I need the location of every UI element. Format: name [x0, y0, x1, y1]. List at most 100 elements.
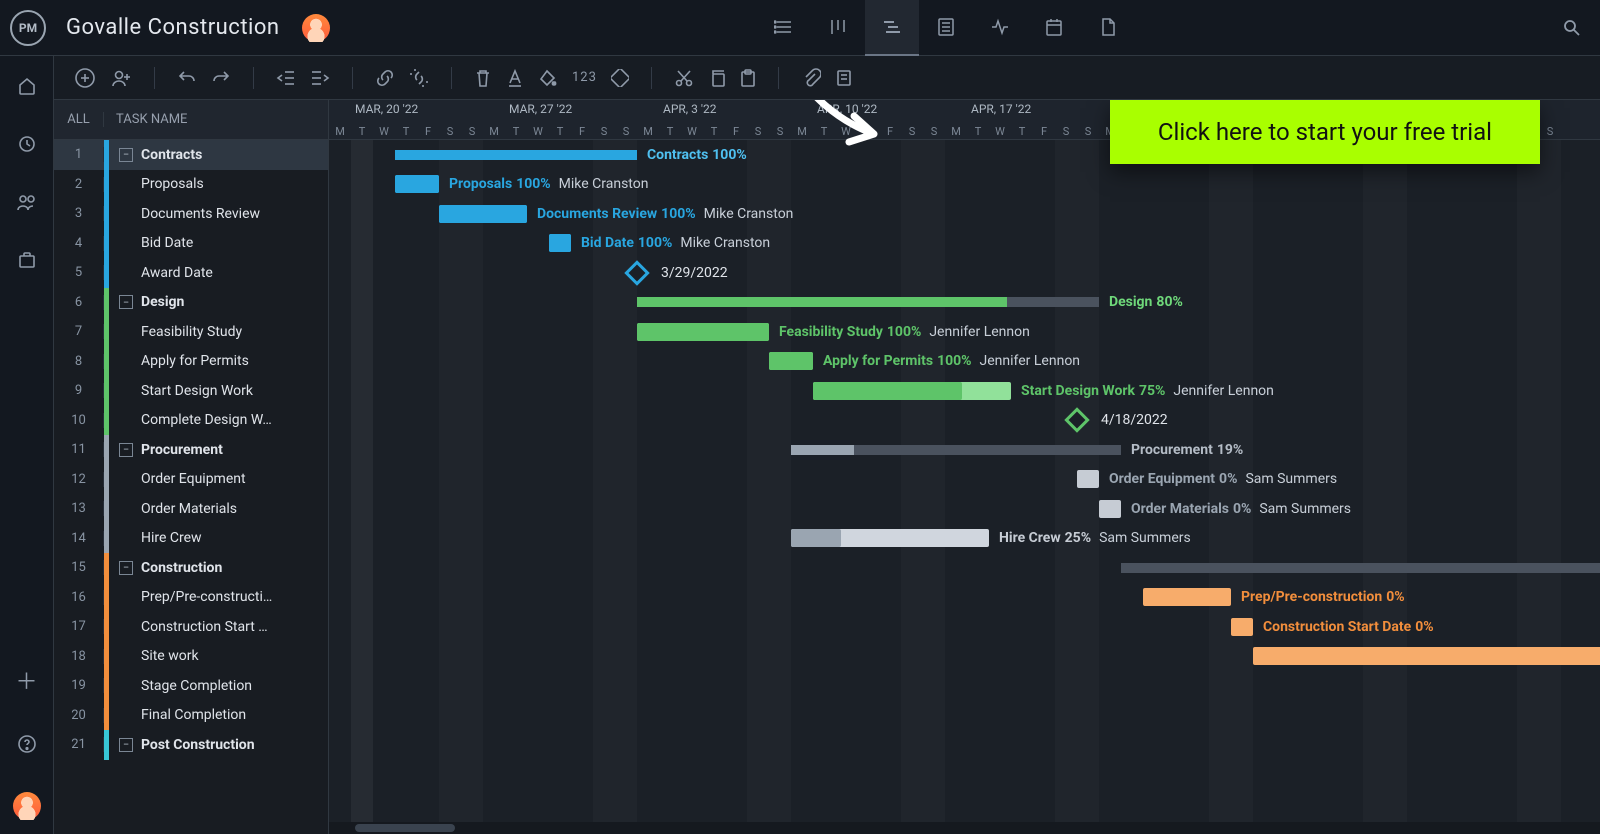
- task-row[interactable]: 6−Design: [54, 288, 328, 318]
- task-row[interactable]: 18Site work: [54, 642, 328, 672]
- recent-icon[interactable]: [17, 134, 37, 154]
- portfolio-icon[interactable]: [17, 250, 37, 270]
- gantt-row[interactable]: [329, 642, 1600, 672]
- view-sheet-icon[interactable]: [919, 0, 973, 56]
- task-bar[interactable]: [395, 175, 439, 193]
- task-bar[interactable]: [791, 529, 989, 547]
- view-calendar-icon[interactable]: [1027, 0, 1081, 56]
- expand-toggle-icon[interactable]: −: [119, 738, 133, 752]
- gantt-row[interactable]: Procurement19%: [329, 435, 1600, 465]
- gantt-body[interactable]: Contracts100%Proposals100%Mike CranstonD…: [329, 140, 1600, 834]
- gantt-chart[interactable]: MAR, 20 '22MTWTFSSMAR, 27 '22MTWTFSSAPR,…: [329, 100, 1600, 834]
- task-row[interactable]: 11−Procurement: [54, 435, 328, 465]
- task-row[interactable]: 14Hire Crew: [54, 524, 328, 554]
- add-person-icon[interactable]: [110, 67, 132, 89]
- col-all[interactable]: ALL: [54, 112, 104, 127]
- number-icon[interactable]: 123: [572, 70, 597, 85]
- copy-icon[interactable]: [708, 68, 726, 88]
- task-row[interactable]: 2Proposals: [54, 170, 328, 200]
- expand-toggle-icon[interactable]: −: [119, 561, 133, 575]
- delete-icon[interactable]: [474, 68, 492, 88]
- summary-bar[interactable]: [791, 445, 1121, 455]
- user-avatar-icon[interactable]: [13, 792, 41, 820]
- task-bar[interactable]: [1143, 588, 1231, 606]
- task-row[interactable]: 16Prep/Pre-constructi…: [54, 583, 328, 613]
- view-activity-icon[interactable]: [973, 0, 1027, 56]
- outdent-icon[interactable]: [276, 69, 296, 87]
- cut-icon[interactable]: [674, 68, 694, 88]
- gantt-row[interactable]: Order Equipment0%Sam Summers: [329, 465, 1600, 495]
- expand-toggle-icon[interactable]: −: [119, 443, 133, 457]
- link-icon[interactable]: [375, 68, 395, 88]
- gantt-row[interactable]: Documents Review100%Mike Cranston: [329, 199, 1600, 229]
- col-task-name[interactable]: TASK NAME: [104, 112, 187, 127]
- search-icon[interactable]: [1562, 18, 1582, 38]
- attach-icon[interactable]: [801, 68, 821, 88]
- task-row[interactable]: 8Apply for Permits: [54, 347, 328, 377]
- help-icon[interactable]: [17, 734, 37, 754]
- task-row[interactable]: 5Award Date: [54, 258, 328, 288]
- gantt-row[interactable]: Apply for Permits100%Jennifer Lennon: [329, 347, 1600, 377]
- gantt-row[interactable]: Start Design Work75%Jennifer Lennon: [329, 376, 1600, 406]
- task-row[interactable]: 7Feasibility Study: [54, 317, 328, 347]
- task-row[interactable]: 4Bid Date: [54, 229, 328, 259]
- task-row[interactable]: 21−Post Construction: [54, 730, 328, 760]
- task-row[interactable]: 15−Construction: [54, 553, 328, 583]
- undo-icon[interactable]: [177, 68, 197, 88]
- gantt-row[interactable]: 3/29/2022: [329, 258, 1600, 288]
- view-file-icon[interactable]: [1081, 0, 1135, 56]
- view-list-icon[interactable]: [757, 0, 811, 56]
- summary-bar[interactable]: [395, 150, 637, 160]
- task-row[interactable]: 20Final Completion: [54, 701, 328, 731]
- task-bar[interactable]: [1077, 470, 1099, 488]
- task-bar[interactable]: [1231, 618, 1253, 636]
- home-icon[interactable]: [17, 76, 37, 96]
- task-row[interactable]: 9Start Design Work: [54, 376, 328, 406]
- gantt-row[interactable]: Prep/Pre-construction0%: [329, 583, 1600, 613]
- gantt-row[interactable]: Construction Start Date0%: [329, 612, 1600, 642]
- fill-icon[interactable]: [538, 68, 558, 88]
- gantt-row[interactable]: 4/18/2022: [329, 406, 1600, 436]
- gantt-row[interactable]: Design80%: [329, 288, 1600, 318]
- task-bar[interactable]: [439, 205, 527, 223]
- task-row[interactable]: 1−Contracts: [54, 140, 328, 170]
- task-row[interactable]: 12Order Equipment: [54, 465, 328, 495]
- redo-icon[interactable]: [211, 68, 231, 88]
- horizontal-scrollbar[interactable]: [329, 822, 1600, 834]
- gantt-row[interactable]: Hire Crew25%Sam Summers: [329, 524, 1600, 554]
- summary-bar[interactable]: [1121, 563, 1600, 573]
- summary-bar[interactable]: [637, 297, 1099, 307]
- task-bar[interactable]: [769, 352, 813, 370]
- unlink-icon[interactable]: [409, 68, 429, 88]
- expand-toggle-icon[interactable]: −: [119, 148, 133, 162]
- task-row[interactable]: 10Complete Design W…: [54, 406, 328, 436]
- note-icon[interactable]: [835, 68, 853, 88]
- view-gantt-icon[interactable]: [865, 0, 919, 56]
- milestone-icon[interactable]: [624, 260, 649, 285]
- task-bar[interactable]: [1253, 647, 1600, 665]
- task-bar[interactable]: [813, 382, 1011, 400]
- team-icon[interactable]: [16, 192, 38, 212]
- gantt-row[interactable]: Order Materials0%Sam Summers: [329, 494, 1600, 524]
- view-board-icon[interactable]: [811, 0, 865, 56]
- task-row[interactable]: 19Stage Completion: [54, 671, 328, 701]
- add-task-icon[interactable]: [74, 67, 96, 89]
- paste-icon[interactable]: [740, 68, 756, 88]
- task-row[interactable]: 3Documents Review: [54, 199, 328, 229]
- gantt-row[interactable]: Bid Date100%Mike Cranston: [329, 229, 1600, 259]
- task-bar[interactable]: [637, 323, 769, 341]
- gantt-row[interactable]: [329, 553, 1600, 583]
- task-row[interactable]: 17Construction Start …: [54, 612, 328, 642]
- text-style-icon[interactable]: [506, 68, 524, 88]
- avatar[interactable]: [302, 14, 330, 42]
- shape-icon[interactable]: [611, 69, 629, 87]
- milestone-icon[interactable]: [1064, 408, 1089, 433]
- add-icon[interactable]: ＋: [15, 664, 37, 696]
- gantt-row[interactable]: Proposals100%Mike Cranston: [329, 170, 1600, 200]
- cta-free-trial[interactable]: Click here to start your free trial: [1110, 100, 1540, 164]
- task-row[interactable]: 13Order Materials: [54, 494, 328, 524]
- task-bar[interactable]: [1099, 500, 1121, 518]
- logo-pm[interactable]: PM: [10, 10, 46, 46]
- gantt-row[interactable]: Feasibility Study100%Jennifer Lennon: [329, 317, 1600, 347]
- task-bar[interactable]: [549, 234, 571, 252]
